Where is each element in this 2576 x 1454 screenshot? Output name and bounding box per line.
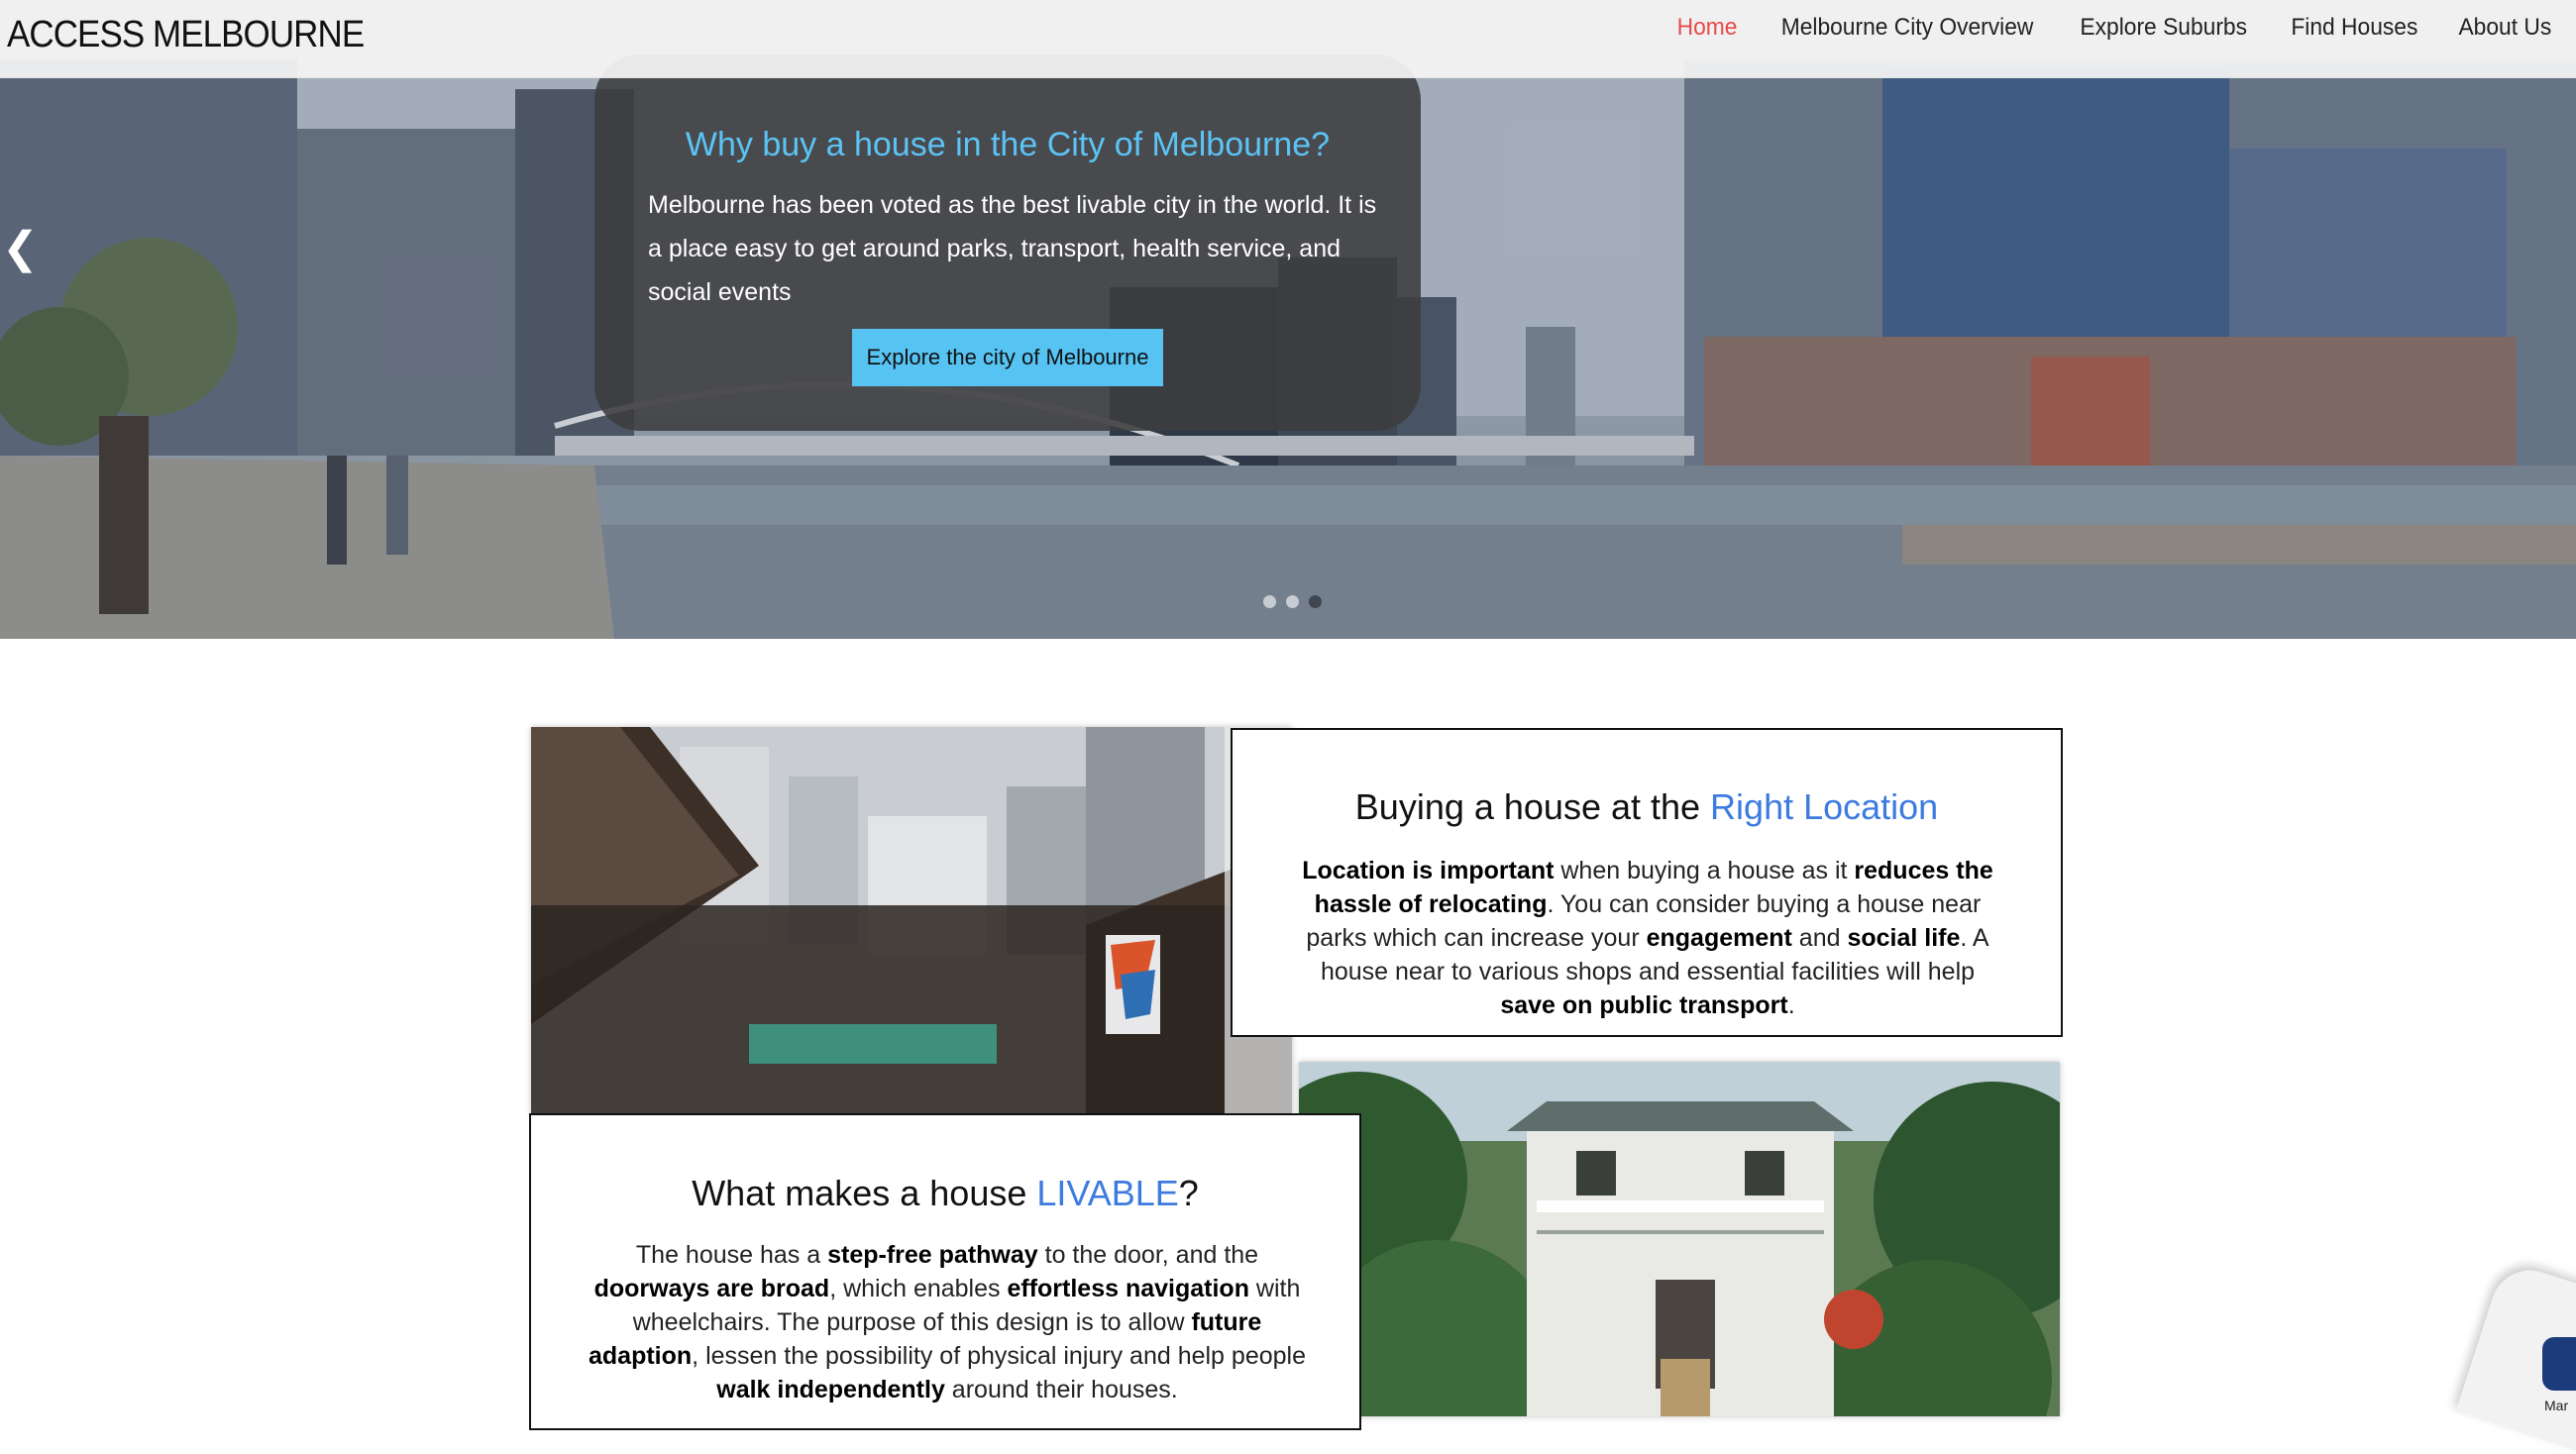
location-text-0: Location is important [1302, 857, 1555, 884]
carousel-prev-arrow[interactable]: ❮ [2, 223, 39, 273]
nav-item-melbourne-city-overview[interactable]: Melbourne City Overview [1781, 14, 2034, 42]
hero-title: Why buy a house in the City of Melbourne… [685, 126, 1331, 163]
nav-item-about-us[interactable]: About Us [2459, 14, 2552, 42]
location-text-1: when buying a house as it [1554, 857, 1855, 884]
corner-logo-icon[interactable] [2542, 1337, 2576, 1391]
corner-widget-label: Mar [2544, 1398, 2569, 1413]
hero-card: Why buy a house in the City of Melbourne… [594, 54, 1421, 431]
top-navbar: ACCESS MELBOURNE Home Melbourne City Ove… [0, 0, 2576, 78]
livable-text-9: walk independently [716, 1376, 945, 1403]
livable-text-0: The house has a [635, 1241, 828, 1269]
carousel-dot-1[interactable] [1263, 595, 1276, 608]
carousel-indicators [1263, 595, 1322, 608]
house-photo [1299, 1062, 2060, 1416]
nav-item-home[interactable]: Home [1677, 14, 1738, 42]
hero-text: Melbourne has been voted as the best liv… [648, 191, 1377, 306]
livable-text-3: doorways are broad [593, 1275, 830, 1302]
livable-text-4: , which enables [829, 1275, 1008, 1302]
livable-heading: What makes a house LIVABLE? [692, 1173, 1199, 1213]
location-text-8: save on public transport [1500, 991, 1788, 1019]
livable-text-8: , lessen the possibility of physical inj… [692, 1342, 1306, 1370]
explore-city-button[interactable]: Explore the city of Melbourne [852, 329, 1163, 386]
right-location-card: Buying a house at the Right Location Loc… [1231, 728, 2063, 1037]
livable-body: The house has a step-free pathway to the… [577, 1238, 1318, 1406]
right-location-body: Location is important when buying a hous… [1298, 854, 1997, 1022]
right-location-heading: Buying a house at the Right Location [1354, 786, 1939, 827]
livable-card: What makes a house LIVABLE? The house ha… [529, 1113, 1361, 1430]
carousel-dot-2[interactable] [1286, 595, 1299, 608]
nav-menu: Home Melbourne City Overview Explore Sub… [1675, 14, 2554, 42]
livable-text-2: to the door, and the [1037, 1241, 1259, 1269]
location-text-6: social life [1847, 924, 1961, 952]
site-logo[interactable]: ACCESS MELBOURNE [7, 14, 365, 56]
location-text-4: engagement [1646, 924, 1792, 952]
carousel-dot-3[interactable] [1309, 595, 1322, 608]
location-text-5: and [1791, 924, 1848, 952]
livable-text-1: step-free pathway [827, 1241, 1038, 1269]
market-photo [531, 727, 1292, 1115]
nav-item-find-houses[interactable]: Find Houses [2291, 14, 2417, 42]
livable-text-5: effortless navigation [1007, 1275, 1249, 1302]
location-text-9: . [1787, 991, 1795, 1019]
hero-carousel: ❮ Why buy a house in the City of Melbour… [0, 0, 2576, 639]
nav-item-explore-suburbs[interactable]: Explore Suburbs [2081, 14, 2248, 42]
livable-text-10: around their houses. [944, 1376, 1178, 1403]
